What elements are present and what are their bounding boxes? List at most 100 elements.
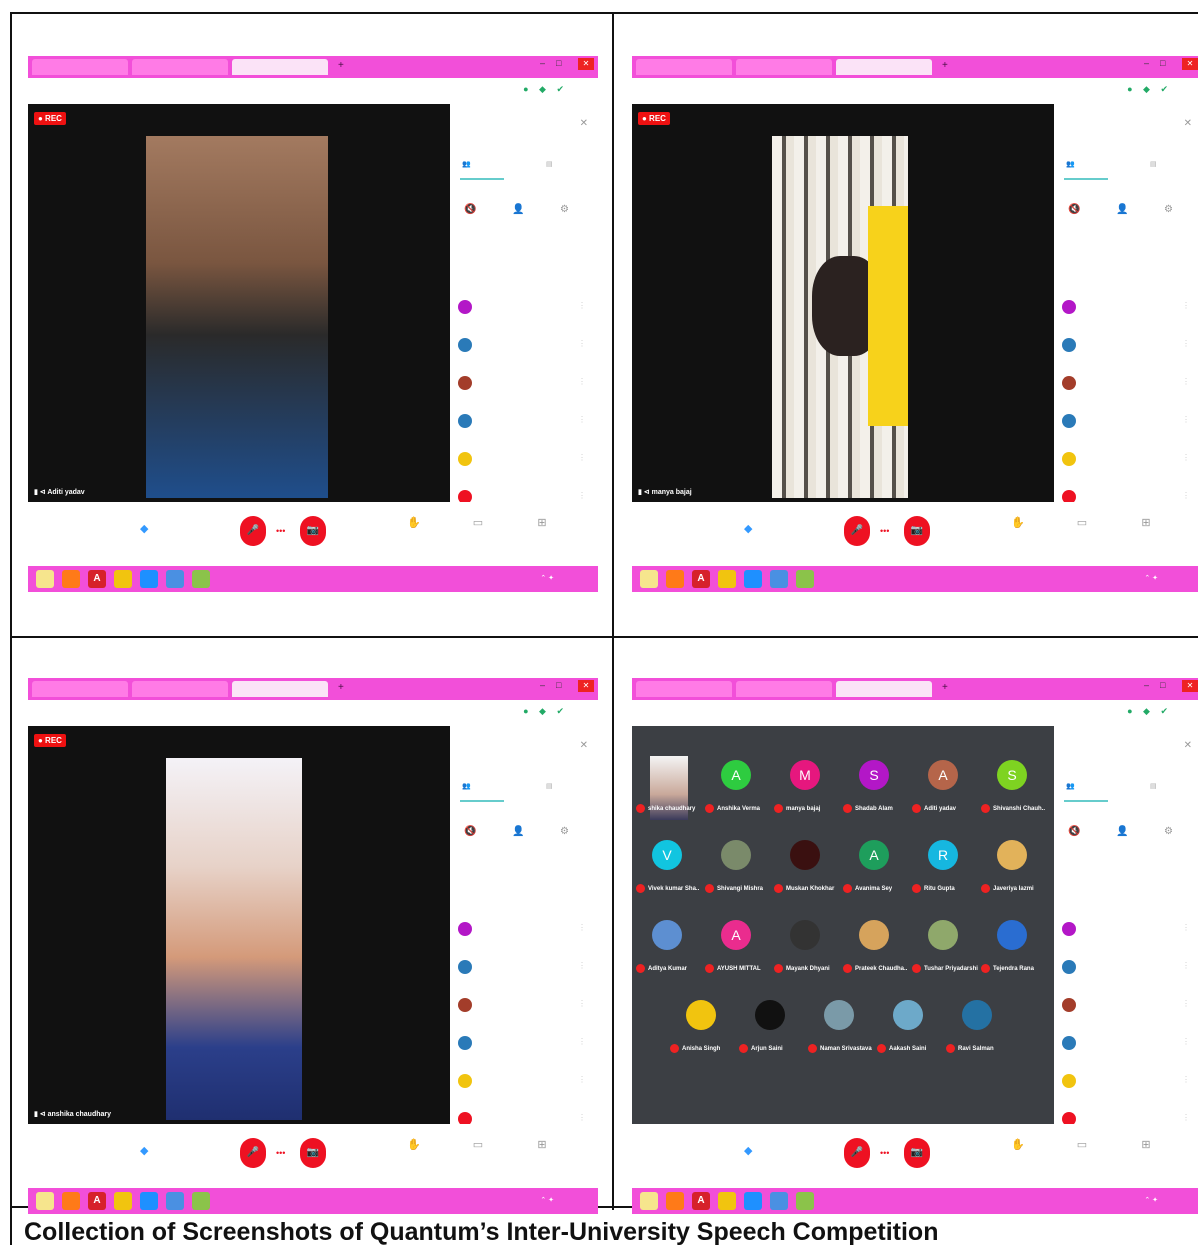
more-options-icon[interactable]: ••• [276, 1148, 285, 1158]
system-tray-icons[interactable]: ⌃ ✦ [1144, 1196, 1158, 1204]
participant-more-icon[interactable]: ⋮ [1182, 999, 1190, 1008]
camera-off-button[interactable]: 📷 [300, 516, 326, 546]
extension-icons[interactable]: ● ◆ ✔ [523, 84, 568, 95]
minimize-icon[interactable]: – [540, 680, 545, 690]
browser-tab[interactable] [32, 681, 128, 697]
participant-more-icon[interactable]: ⋮ [578, 453, 586, 462]
file-explorer-icon[interactable] [640, 570, 658, 588]
camera-off-button[interactable]: 📷 [904, 516, 930, 546]
participant-list-item[interactable]: ⋮ [458, 1036, 590, 1056]
browser-tab[interactable] [232, 59, 328, 75]
firefox-icon[interactable] [666, 570, 684, 588]
host-controls-icon[interactable]: ⚙ [560, 204, 569, 215]
minimize-icon[interactable]: – [1144, 58, 1149, 68]
system-tray-icons[interactable]: ⌃ ✦ [1144, 574, 1158, 582]
participant-more-icon[interactable]: ⋮ [578, 1113, 586, 1122]
participant-more-icon[interactable]: ⋮ [1182, 377, 1190, 386]
new-tab-icon[interactable]: + [942, 60, 948, 71]
mute-all-icon[interactable]: 🔇 [464, 826, 476, 837]
participant-more-icon[interactable]: ⋮ [1182, 491, 1190, 500]
more-options-icon[interactable]: ••• [880, 1148, 889, 1158]
people-tab-icon[interactable]: 👥 [462, 160, 471, 168]
close-panel-icon[interactable]: ✕ [1184, 740, 1192, 751]
more-options-icon[interactable]: ••• [276, 526, 285, 536]
add-people-icon[interactable]: 👤 [512, 826, 524, 837]
extension-icons[interactable]: ● ◆ ✔ [1127, 84, 1172, 95]
mic-off-button[interactable]: 🎤 [240, 516, 266, 546]
chrome-icon[interactable] [114, 570, 132, 588]
add-people-icon[interactable]: 👤 [1116, 204, 1128, 215]
participant-more-icon[interactable]: ⋮ [578, 301, 586, 310]
present-button[interactable]: ⊞ [522, 1138, 562, 1151]
new-tab-icon[interactable]: + [338, 682, 344, 693]
present-button[interactable]: ⊞ [1126, 516, 1166, 529]
participant-list-item[interactable]: ⋮ [458, 414, 590, 434]
new-tab-icon[interactable]: + [942, 682, 948, 693]
chat-tab-icon[interactable]: ▤ [1150, 160, 1157, 168]
chat-tab-icon[interactable]: ▤ [1150, 782, 1157, 790]
maximize-icon[interactable]: □ [556, 58, 561, 68]
browser-tab[interactable] [232, 681, 328, 697]
mute-all-icon[interactable]: 🔇 [464, 204, 476, 215]
meeting-details-icon[interactable]: ◆ [140, 1144, 148, 1157]
browser-tab[interactable] [132, 59, 228, 75]
close-panel-icon[interactable]: ✕ [580, 118, 588, 129]
participant-more-icon[interactable]: ⋮ [578, 961, 586, 970]
participant-list-item[interactable]: ⋮ [1062, 960, 1194, 980]
meeting-details-icon[interactable]: ◆ [140, 522, 148, 535]
close-window-icon[interactable]: ✕ [1182, 680, 1198, 692]
minimize-icon[interactable]: – [540, 58, 545, 68]
participant-list-item[interactable]: ⋮ [458, 338, 590, 358]
people-tab-icon[interactable]: 👥 [462, 782, 471, 790]
participant-list-item[interactable]: ⋮ [1062, 338, 1194, 358]
camera-off-button[interactable]: 📷 [300, 1138, 326, 1168]
firefox-icon[interactable] [62, 570, 80, 588]
extension-icons[interactable]: ● ◆ ✔ [523, 706, 568, 717]
people-tab-icon[interactable]: 👥 [1066, 782, 1075, 790]
participant-more-icon[interactable]: ⋮ [578, 377, 586, 386]
participant-list-item[interactable]: ⋮ [458, 376, 590, 396]
acrobat-icon[interactable]: A [88, 570, 106, 588]
participant-more-icon[interactable]: ⋮ [1182, 923, 1190, 932]
participant-list-item[interactable]: ⋮ [458, 922, 590, 942]
close-window-icon[interactable]: ✕ [578, 680, 594, 692]
mic-off-button[interactable]: 🎤 [240, 1138, 266, 1168]
mute-all-icon[interactable]: 🔇 [1068, 826, 1080, 837]
participant-more-icon[interactable]: ⋮ [578, 923, 586, 932]
system-tray-icons[interactable]: ⌃ ✦ [540, 574, 554, 582]
raise-hand-button[interactable]: ✋ [998, 516, 1038, 529]
host-controls-icon[interactable]: ⚙ [560, 826, 569, 837]
participant-more-icon[interactable]: ⋮ [578, 339, 586, 348]
maximize-icon[interactable]: □ [1160, 680, 1165, 690]
raise-hand-button[interactable]: ✋ [394, 1138, 434, 1151]
participant-list-item[interactable]: ⋮ [458, 960, 590, 980]
participant-more-icon[interactable]: ⋮ [1182, 453, 1190, 462]
people-tab-icon[interactable]: 👥 [1066, 160, 1075, 168]
chat-tab-icon[interactable]: ▤ [546, 782, 553, 790]
address-bar[interactable]: ● ◆ ✔ [28, 700, 598, 726]
participant-list-item[interactable]: ⋮ [458, 300, 590, 320]
address-bar[interactable]: ● ◆ ✔ [28, 78, 598, 104]
raise-hand-button[interactable]: ✋ [998, 1138, 1038, 1151]
participant-more-icon[interactable]: ⋮ [578, 491, 586, 500]
photos-icon[interactable] [166, 570, 184, 588]
browser-tab[interactable] [636, 681, 732, 697]
browser-tab[interactable] [132, 681, 228, 697]
new-tab-icon[interactable]: + [338, 60, 344, 71]
participant-more-icon[interactable]: ⋮ [1182, 339, 1190, 348]
address-bar[interactable]: ● ◆ ✔ [632, 700, 1198, 726]
app-icon[interactable] [796, 570, 814, 588]
participant-list-item[interactable]: ⋮ [458, 1074, 590, 1094]
captions-button[interactable]: ▭ [458, 1138, 498, 1151]
address-bar[interactable]: ● ◆ ✔ [632, 78, 1198, 104]
captions-button[interactable]: ▭ [1062, 516, 1102, 529]
browser-tab[interactable] [636, 59, 732, 75]
edge-icon[interactable] [140, 570, 158, 588]
participant-more-icon[interactable]: ⋮ [578, 1075, 586, 1084]
participant-more-icon[interactable]: ⋮ [1182, 415, 1190, 424]
system-tray-icons[interactable]: ⌃ ✦ [540, 1196, 554, 1204]
more-options-icon[interactable]: ••• [880, 526, 889, 536]
browser-tab[interactable] [736, 681, 832, 697]
participant-list-item[interactable]: ⋮ [1062, 922, 1194, 942]
participant-more-icon[interactable]: ⋮ [1182, 1037, 1190, 1046]
